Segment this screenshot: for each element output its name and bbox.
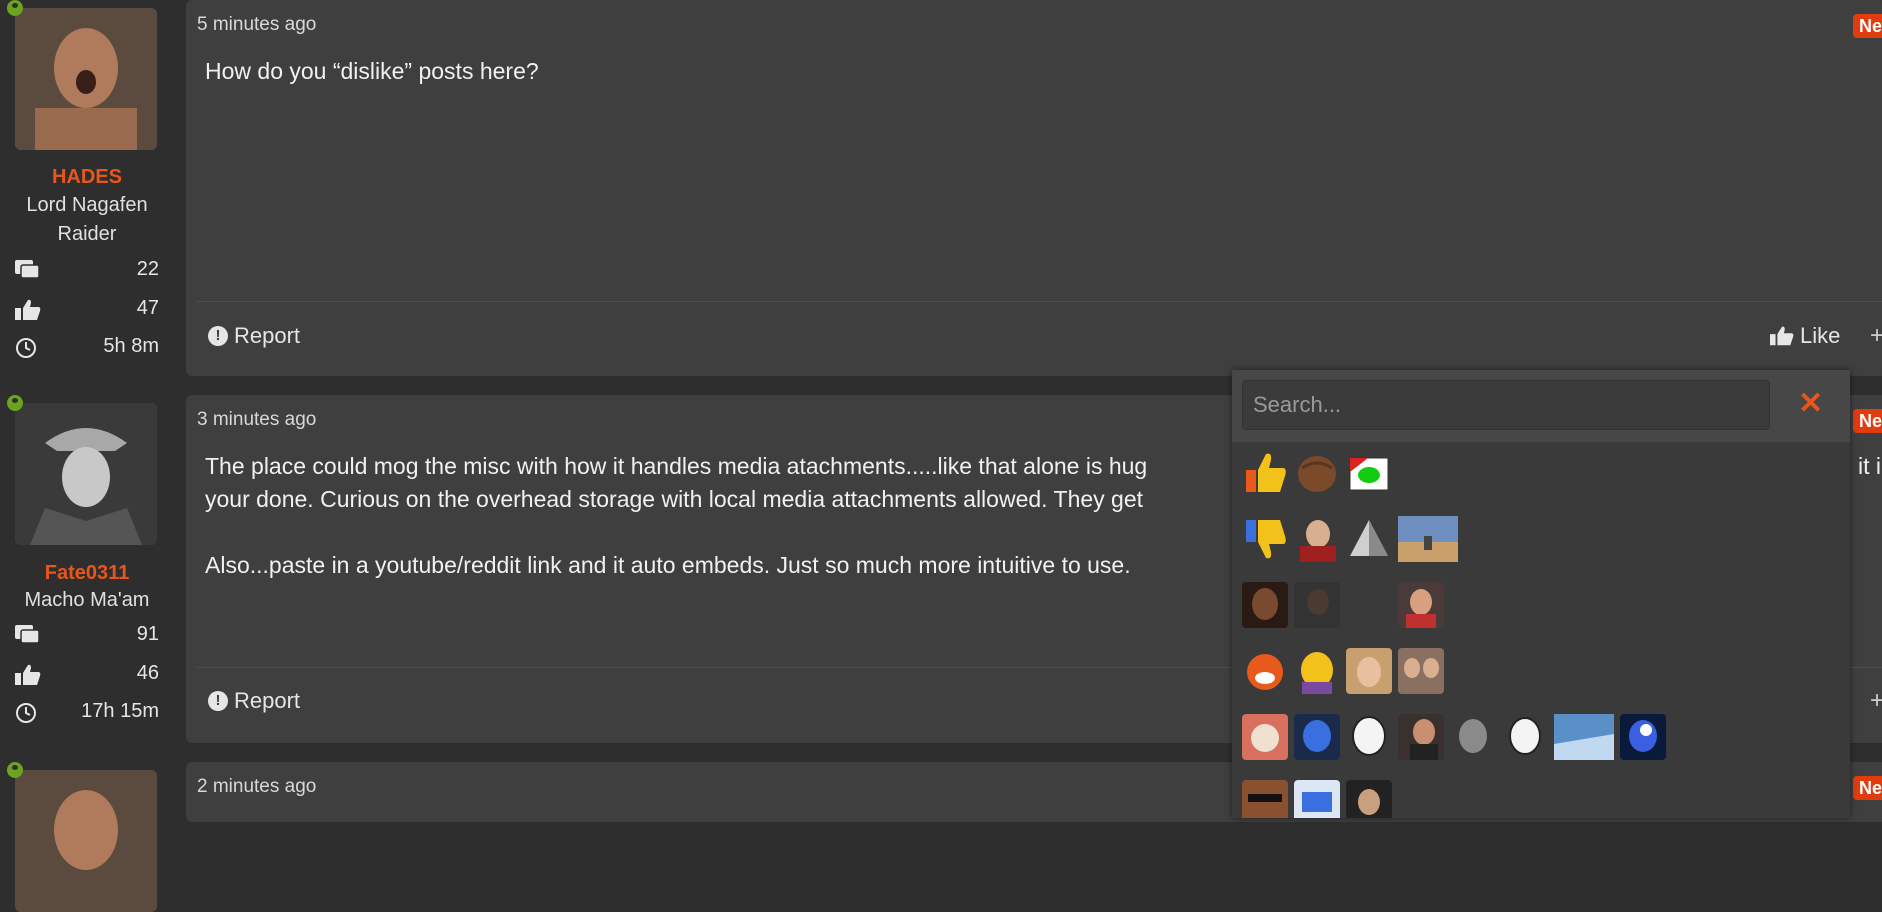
user-title: Raider [57, 223, 117, 245]
username[interactable]: HADES [0, 166, 174, 189]
thumbs-up-icon [15, 664, 41, 685]
online-indicator-icon [7, 762, 23, 778]
thumbs-down-emoji-icon[interactable] [1242, 516, 1288, 562]
clock-icon [16, 338, 36, 358]
reaction-picker-header: ✕ [1232, 370, 1850, 442]
messages-icon [15, 260, 40, 279]
message-body: 5 minutes ago How do you “dislike” posts… [186, 0, 1882, 376]
man-emoji-icon[interactable] [1398, 582, 1444, 628]
likes-count: 46 [136, 662, 159, 684]
reaction-search-input[interactable] [1242, 380, 1770, 430]
messages-count: 22 [136, 258, 159, 280]
new-badge: Ne [1853, 776, 1882, 800]
report-label: Report [234, 688, 301, 713]
time-online-stat: 5h 8m [15, 335, 159, 361]
worf-emoji-icon[interactable] [1242, 582, 1288, 628]
sleeping-cartoon-emoji-icon[interactable] [1242, 714, 1288, 760]
avatar[interactable] [15, 8, 157, 150]
facepalm-emoji-icon[interactable] [1294, 516, 1340, 562]
like-button[interactable]: Like [1770, 323, 1840, 349]
time-online: 17h 15m [81, 700, 159, 722]
messages-stat: 22 [15, 258, 159, 284]
post-time[interactable]: 3 minutes ago [197, 409, 316, 431]
two-men-emoji-icon[interactable] [1398, 648, 1444, 694]
messages-stat: 91 [15, 623, 159, 649]
user-title: Macho Ma'am [24, 589, 150, 611]
green-eye-emoji-icon[interactable] [1346, 450, 1392, 496]
new-badge: Ne [1853, 14, 1882, 38]
thumbs-up-emoji-icon[interactable] [1242, 450, 1288, 496]
multiquote-plus-icon[interactable]: + [1870, 687, 1882, 715]
likes-count: 47 [136, 297, 159, 319]
post-time[interactable]: 5 minutes ago [197, 14, 316, 36]
pyramid-emoji-icon[interactable] [1346, 516, 1392, 562]
logo-emoji-icon[interactable] [1294, 780, 1340, 818]
divider [197, 301, 1882, 302]
avatar-image [15, 403, 157, 545]
new-badge: Ne [1853, 409, 1882, 433]
laughing-cartoon-emoji-icon[interactable] [1242, 648, 1288, 694]
report-button[interactable]: ! Report [208, 688, 300, 714]
avatar[interactable] [15, 403, 157, 545]
reaction-picker: ✕ [1232, 370, 1850, 818]
crowd-emoji-icon[interactable] [1554, 714, 1614, 760]
post-text: How do you “dislike” posts here? [205, 58, 539, 84]
desert-road-emoji-icon[interactable] [1398, 516, 1458, 562]
clock-icon [16, 703, 36, 723]
online-indicator-icon [7, 0, 23, 16]
messages-icon [15, 625, 40, 644]
blank-emoji-icon[interactable] [1346, 582, 1392, 628]
post-text-line: your done. Curious on the overhead stora… [205, 486, 1144, 512]
post-text-fragment: it i [1858, 453, 1881, 479]
post-text-line: The place could mog the misc with how it… [205, 453, 1148, 479]
wojak-emoji-icon[interactable] [1346, 714, 1392, 760]
dark-figure-emoji-icon[interactable] [1294, 582, 1340, 628]
time-online-stat: 17h 15m [15, 700, 159, 726]
reaction-row [1242, 516, 1458, 562]
man-pointing-emoji-icon[interactable] [1398, 714, 1444, 760]
thumbs-up-icon [15, 299, 41, 320]
exclamation-icon: ! [208, 326, 228, 346]
thumbs-up-icon [1770, 326, 1794, 346]
men-emoji-icon[interactable] [1346, 780, 1392, 818]
crying-wojak-emoji-icon[interactable] [1502, 714, 1548, 760]
reaction-row [1242, 648, 1444, 694]
reaction-row [1242, 582, 1444, 628]
messages-count: 91 [136, 623, 159, 645]
likes-stat: 46 [15, 662, 159, 688]
post-text-line: Also...paste in a youtube/reddit link an… [205, 552, 1131, 578]
reaction-row [1242, 450, 1392, 496]
avatar-image [15, 8, 157, 150]
online-indicator-icon [7, 395, 23, 411]
post-time[interactable]: 2 minutes ago [197, 776, 316, 798]
time-online: 5h 8m [103, 335, 159, 357]
username[interactable]: Fate0311 [0, 562, 174, 585]
sunglasses-emoji-icon[interactable] [1242, 780, 1288, 818]
user-title: Lord Nagafen [26, 194, 148, 216]
reaction-row [1242, 780, 1392, 818]
likes-stat: 47 [15, 297, 159, 323]
report-button[interactable]: ! Report [208, 323, 300, 349]
exclamation-icon: ! [208, 691, 228, 711]
like-label: Like [1800, 323, 1841, 348]
avatar-image [15, 770, 157, 912]
multiquote-plus-icon[interactable]: + [1870, 322, 1882, 350]
glowing-brain-emoji-icon[interactable] [1620, 714, 1666, 760]
report-label: Report [234, 323, 301, 348]
reaction-row [1242, 714, 1666, 760]
npc-emoji-icon[interactable] [1450, 714, 1496, 760]
close-icon[interactable]: ✕ [1798, 386, 1823, 421]
blue-brain-emoji-icon[interactable] [1294, 714, 1340, 760]
avatar[interactable] [15, 770, 157, 912]
post-1: HADES Lord Nagafen Raider 22 47 5h 8m 5 … [0, 0, 1882, 376]
smithers-emoji-icon[interactable] [1294, 648, 1340, 694]
woman-emoji-icon[interactable] [1346, 648, 1392, 694]
fist-emoji-icon[interactable] [1294, 450, 1340, 496]
